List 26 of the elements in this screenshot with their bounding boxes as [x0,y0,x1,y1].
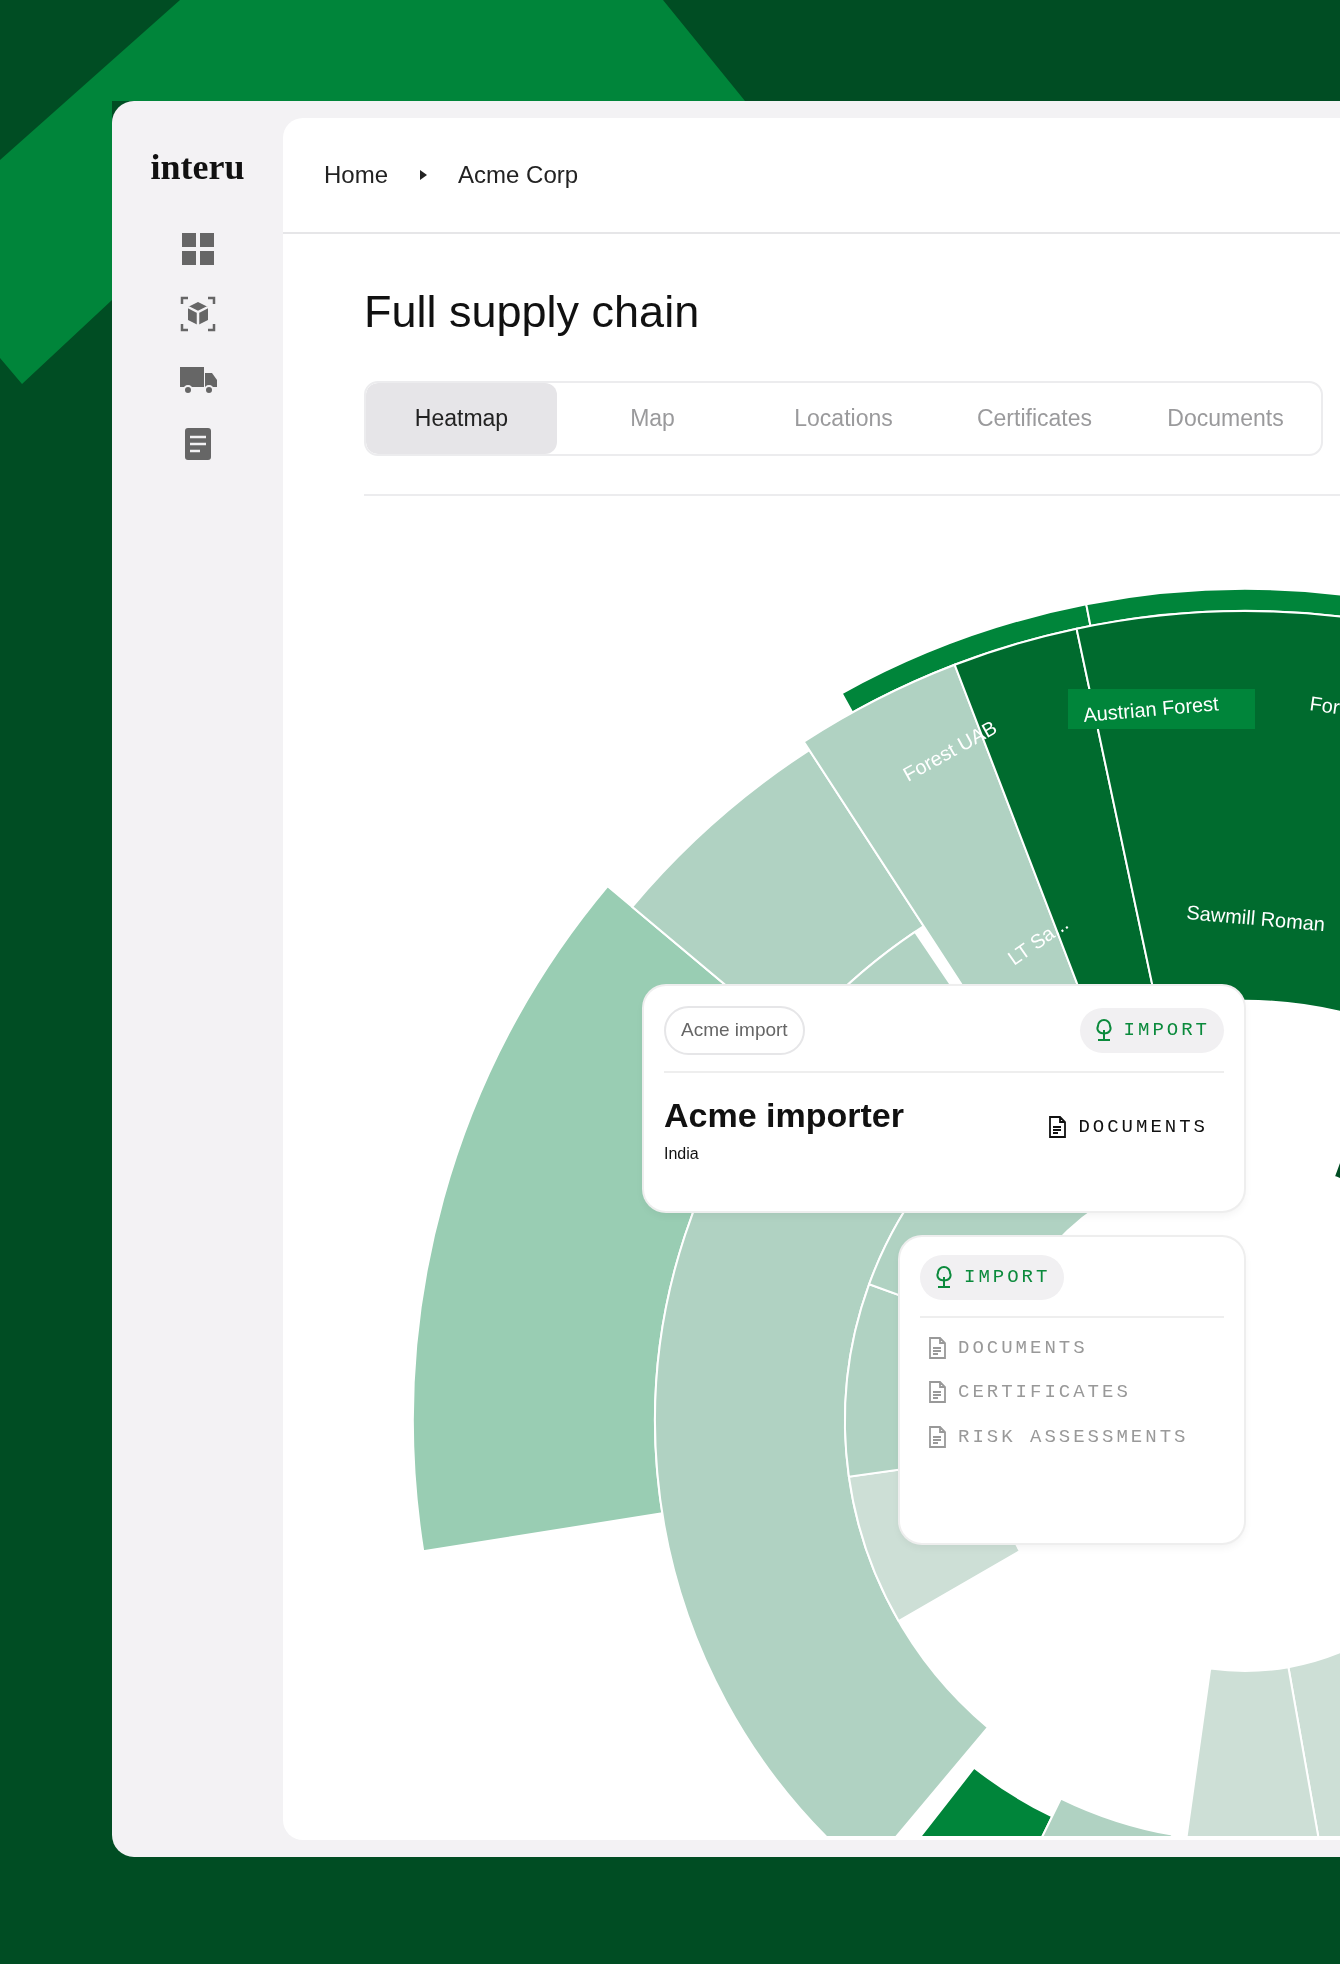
breadcrumb-link[interactable]: Home [324,157,389,193]
segment-label: LT Sa... [1003,912,1073,970]
segment-label: Sawmill Roman [1185,901,1326,936]
breadcrumb-link[interactable]: Acme Corp [458,157,579,193]
segment-label: Austrian Forest [1068,689,1255,729]
company-name: Acme importer [664,1096,904,1134]
tree-icon [934,1265,954,1290]
documents-button[interactable]: DOCUMENTS [1048,1112,1208,1141]
tag: Acme import [664,1006,805,1055]
import-button[interactable]: IMPORT [1079,1008,1224,1053]
logo: interu [150,149,245,185]
chevron-icon [418,169,429,181]
tab[interactable]: Heatmap [366,383,557,454]
tab[interactable]: Documents [1130,383,1321,454]
segment-label: For [1308,692,1340,719]
page-title: Full supply chain [364,285,701,339]
tab[interactable]: Certificates [939,383,1130,454]
tab[interactable]: Locations [748,383,939,454]
tab[interactable]: Map [557,383,748,454]
document-icon [1048,1115,1067,1138]
document-icon [928,1425,946,1448]
tree-icon [1093,1018,1114,1043]
document-icon [928,1336,946,1359]
country-label: India [664,1143,700,1164]
import-button[interactable]: IMPORT [920,1255,1065,1300]
document-icon [928,1381,946,1404]
